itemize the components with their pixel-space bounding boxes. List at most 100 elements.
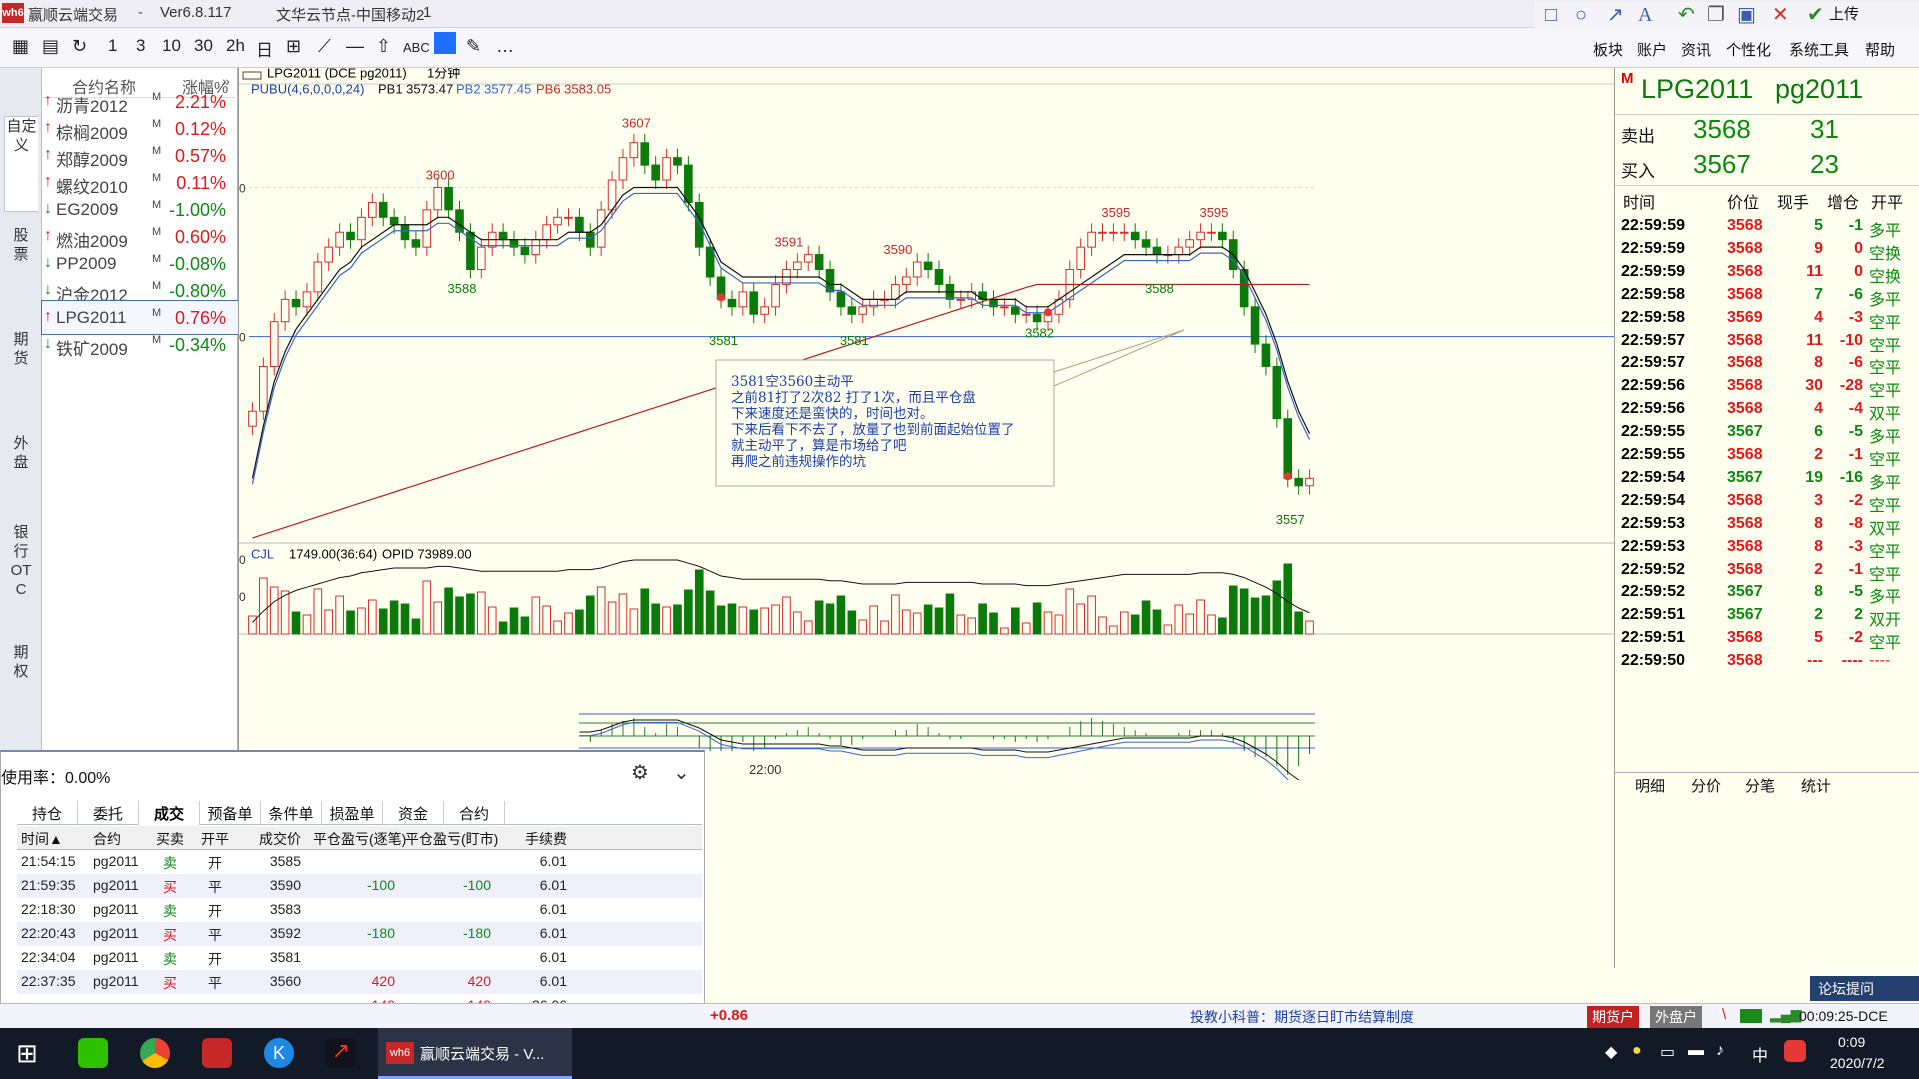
tab-funds[interactable]: 资金 [383, 801, 444, 825]
upload-button[interactable]: 上传 [1829, 2, 1859, 28]
fills-header-cell[interactable]: 平仓盈亏(逐笔) [313, 829, 406, 849]
tab-futures[interactable]: 期货 [8, 330, 34, 426]
candle-body [749, 291, 759, 315]
fills-header-cell[interactable]: 买卖 [155, 829, 185, 849]
tab-custom[interactable]: 自定义 [4, 116, 38, 212]
tab-ticks[interactable]: 分笔 [1745, 775, 1775, 796]
text-label-button[interactable]: ABC [403, 40, 430, 55]
fills-header-cell[interactable]: 开平 [195, 829, 235, 849]
ellipse-tool-icon[interactable]: ○ [1575, 2, 1587, 28]
tab-conditional[interactable]: 条件单 [261, 801, 322, 825]
tab-contracts[interactable]: 合约 [444, 801, 505, 825]
tray-volume-icon[interactable]: ♪ [1716, 1042, 1724, 1060]
text-tool-icon[interactable]: A [1638, 2, 1652, 28]
fill-contract: pg2011 [93, 901, 139, 917]
period-30-button[interactable]: 30 [194, 36, 213, 56]
buy-price[interactable]: 3567 [1693, 149, 1751, 180]
color-picker-icon[interactable] [434, 32, 456, 54]
horizontal-line-icon[interactable]: — [346, 36, 364, 57]
table-row[interactable]: 21:59:35 pg2011 买 平 3590 -100 -100 6.01 [17, 874, 702, 898]
tab-price-dist[interactable]: 分价 [1691, 775, 1721, 796]
browser-icon[interactable] [140, 1038, 170, 1068]
wenhua-icon[interactable] [202, 1038, 232, 1068]
table-row[interactable]: 22:20:43 pg2011 买 平 3592 -180 -180 6.01 [17, 922, 702, 946]
eraser-icon[interactable]: ✎ [466, 36, 481, 57]
collapse-icon[interactable]: ⌄ [673, 760, 690, 785]
undo-icon[interactable]: ↶ [1678, 2, 1695, 28]
fills-header-cell[interactable]: 成交价 [245, 829, 301, 849]
tab-prepared[interactable]: 预备单 [200, 801, 261, 825]
clock-date[interactable]: 2020/7/2 [1830, 1055, 1885, 1071]
tab-stats[interactable]: 统计 [1801, 775, 1831, 796]
forum-question-button[interactable]: 论坛提问 [1810, 976, 1919, 1001]
menu-account[interactable]: 账户 [1637, 39, 1667, 60]
period-3-button[interactable]: 3 [136, 36, 145, 56]
period-1-button[interactable]: 1 [108, 36, 117, 56]
period-2h-button[interactable]: 2h [226, 36, 245, 56]
futures-account-button[interactable]: 期货户 [1587, 1006, 1639, 1028]
active-app-icon: wh6 [386, 1042, 414, 1064]
tab-fills[interactable]: 成交 [139, 801, 200, 825]
period-10-button[interactable]: 10 [162, 36, 181, 56]
save-icon[interactable]: ▣ [1737, 2, 1756, 28]
tray-battery-icon[interactable]: ▬ [1688, 1042, 1704, 1060]
line-draw-icon[interactable]: ⟋ [318, 36, 331, 57]
tab-overseas[interactable]: 外盘 [8, 434, 34, 530]
server-name: 文华云节点-中国移动2 [276, 7, 425, 24]
period-day-button[interactable]: 日 [256, 36, 273, 61]
tray-wenhua-icon[interactable]: ◆ [1605, 1042, 1617, 1062]
table-row[interactable]: 21:54:15 pg2011 卖 开 3585 6.01 [17, 850, 702, 874]
copy-icon[interactable]: ❐ [1707, 2, 1725, 28]
table-row[interactable]: 22:37:35 pg2011 买 平 3560 420 420 6.01 [17, 970, 702, 994]
layout-grid-icon[interactable]: ⊞ [286, 36, 301, 57]
save-layout-icon[interactable]: ▤ [42, 36, 59, 57]
refresh-icon[interactable]: ↻ [72, 36, 87, 57]
tab-detail[interactable]: 明细 [1635, 775, 1665, 796]
candle-body [1000, 306, 1009, 309]
menu-help[interactable]: 帮助 [1865, 39, 1895, 60]
close-drawing-icon[interactable]: ✕ [1772, 2, 1789, 28]
tick-price: 3568 [1727, 331, 1763, 349]
settings-gear-icon[interactable]: ⚙ [631, 760, 649, 785]
tab-stoploss[interactable]: 损盈单 [322, 801, 383, 825]
menu-sector[interactable]: 板块 [1593, 39, 1623, 60]
windows-start-icon[interactable]: ⊞ [16, 1038, 38, 1069]
fills-header-cell[interactable]: 平仓盈亏(盯市) [405, 829, 498, 849]
tab-bank-otc[interactable]: 银行OTC [8, 523, 34, 619]
tab-options[interactable]: 期权 [8, 643, 34, 739]
taskbar-active-app[interactable]: wh6 赢顺云端交易 - V... [378, 1028, 572, 1079]
overseas-account-button[interactable]: 外盘户 [1650, 1006, 1702, 1028]
price-mark-label: 3581 [840, 333, 869, 348]
ime-indicator[interactable]: 中 [1752, 1042, 1768, 1066]
fills-header-cell[interactable]: 时间▲ [21, 829, 81, 849]
sell-price[interactable]: 3568 [1693, 114, 1751, 145]
menu-system-tools[interactable]: 系统工具 [1789, 39, 1849, 60]
tray-network-icon[interactable]: ▭ [1660, 1042, 1675, 1062]
tab-orders[interactable]: 委托 [78, 801, 139, 825]
fills-header-cell[interactable]: 手续费 [497, 829, 567, 849]
kline-chart[interactable]: LPG2011 (DCE pg2011) 1分钟 PUBU(4,6,0,0,0,24… [219, 65, 1615, 796]
tray-sogou-icon[interactable] [1784, 1040, 1806, 1062]
order-icon[interactable]: ▦ [12, 36, 29, 57]
more-tools-button[interactable]: … [496, 36, 514, 57]
k-app-icon[interactable]: K [264, 1038, 294, 1068]
stock-app-icon[interactable]: ↗ [326, 1038, 356, 1068]
tick-oi-change: -28 [1839, 377, 1863, 395]
upload-check-icon[interactable]: ✔ [1807, 2, 1824, 28]
wechat-icon[interactable] [78, 1038, 108, 1068]
menu-news[interactable]: 资讯 [1681, 39, 1711, 60]
tray-app-icon[interactable]: ● [1632, 1042, 1642, 1060]
table-row[interactable]: 22:34:04 pg2011 卖 开 3581 6.01 [17, 946, 702, 970]
fills-header-cell[interactable]: 合约 [93, 829, 153, 849]
education-tip[interactable]: 投教小科普：期货逐日盯市结算制度 [1190, 1007, 1414, 1027]
clock-time[interactable]: 0:09 [1838, 1034, 1865, 1050]
rectangle-tool-icon[interactable]: □ [1545, 2, 1557, 28]
tab-stocks[interactable]: 股票 [8, 226, 34, 322]
arrow-tool-icon[interactable]: ↗ [1607, 2, 1624, 28]
watchlist-item[interactable]: ↓ 铁矿2009 M -0.34% [42, 328, 238, 361]
chart-area[interactable]: LPG2011 (DCE pg2011) 1分钟 PUBU(4,6,0,0,0,24… [219, 65, 1615, 796]
menu-personalize[interactable]: 个性化 [1726, 39, 1771, 60]
table-row[interactable]: 22:18:30 pg2011 卖 开 3583 6.01 [17, 898, 702, 922]
up-arrow-icon[interactable]: ⇧ [376, 36, 391, 57]
tab-positions[interactable]: 持仓 [17, 801, 78, 825]
